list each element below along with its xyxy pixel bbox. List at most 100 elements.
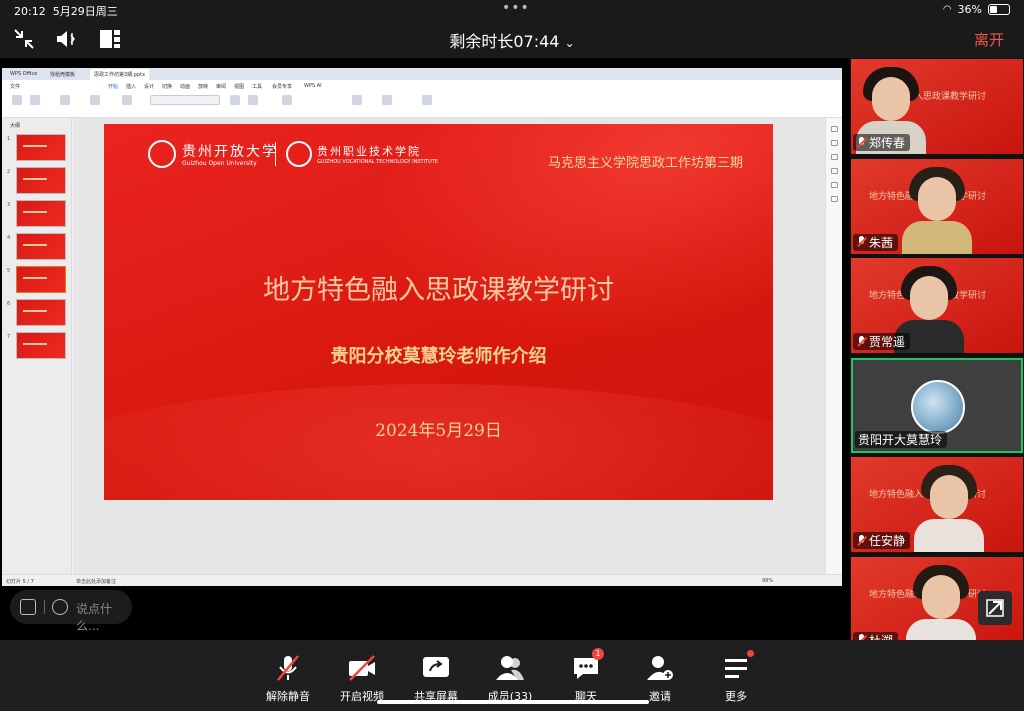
chat-button[interactable]: 1 聊天 bbox=[550, 648, 622, 704]
thumbnail-title-line bbox=[23, 277, 47, 279]
more-button[interactable]: 更多 bbox=[700, 650, 772, 704]
wps-tab-home[interactable]: WPS Office bbox=[6, 69, 41, 80]
slide-thumbnail[interactable] bbox=[16, 167, 66, 194]
leave-button[interactable]: 离开 bbox=[974, 29, 1004, 50]
participant-video-face bbox=[872, 77, 910, 121]
bold-icon[interactable] bbox=[230, 95, 240, 105]
section-icon[interactable] bbox=[122, 95, 132, 105]
menu-insert[interactable]: 插入 bbox=[126, 83, 136, 90]
menu-slideshow[interactable]: 放映 bbox=[198, 83, 208, 90]
wps-ribbon bbox=[2, 92, 842, 118]
chat-input[interactable]: 说点什么... bbox=[10, 590, 132, 633]
participant-tile[interactable]: 贵阳开大莫慧玲 bbox=[851, 357, 1023, 453]
logo-divider bbox=[275, 142, 276, 166]
more-notification-dot bbox=[747, 650, 754, 657]
participant-video-face bbox=[922, 574, 960, 619]
settings-icon[interactable] bbox=[831, 196, 838, 202]
battery-percent: 36% bbox=[957, 3, 982, 16]
comment-icon[interactable] bbox=[831, 182, 838, 188]
thumbnail-title-line bbox=[23, 244, 47, 246]
wps-tab-templates[interactable]: 找稻壳模板 bbox=[46, 69, 79, 80]
new-slide-icon[interactable] bbox=[60, 95, 70, 105]
zoom-level[interactable]: 99% bbox=[762, 578, 773, 584]
arrange-icon[interactable] bbox=[382, 95, 392, 105]
participant-tile[interactable]: 地方特色融入思政课教学研讨贾常遥 bbox=[851, 258, 1023, 353]
open-university-logo bbox=[148, 140, 176, 168]
menu-transition[interactable]: 切换 bbox=[162, 83, 172, 90]
home-indicator[interactable] bbox=[377, 700, 649, 704]
invite-button[interactable]: 邀请 bbox=[624, 654, 696, 704]
layout-option-icon[interactable] bbox=[90, 95, 100, 105]
menu-home[interactable]: 开始 bbox=[108, 83, 118, 90]
caption-icon[interactable] bbox=[20, 599, 36, 615]
expand-icon[interactable] bbox=[978, 591, 1012, 625]
cut-icon[interactable] bbox=[30, 95, 40, 105]
start-video-button[interactable]: 开启视频 bbox=[326, 654, 398, 704]
unmute-label: 解除静音 bbox=[266, 690, 310, 703]
menu-design[interactable]: 设计 bbox=[144, 83, 154, 90]
participant-panel: 地方特色融入思政课教学研讨郑传春地方特色融入思政课教学研讨朱茜地方特色融入思政课… bbox=[850, 58, 1024, 652]
invite-icon bbox=[645, 654, 675, 682]
mic-muted-icon bbox=[856, 236, 867, 248]
notes-hint[interactable]: 单击此处添加备注 bbox=[76, 578, 116, 585]
mic-muted-icon bbox=[856, 136, 867, 149]
shape-icon[interactable] bbox=[352, 95, 362, 105]
italic-icon[interactable] bbox=[248, 95, 258, 105]
slide-thumbnail[interactable] bbox=[16, 134, 66, 161]
menu-wps-ai[interactable]: WPS AI bbox=[304, 83, 322, 89]
slide-thumbnail[interactable] bbox=[16, 332, 66, 359]
animation-pane-icon[interactable] bbox=[831, 154, 838, 160]
find-icon[interactable] bbox=[422, 95, 432, 105]
menu-file[interactable]: 文件 bbox=[10, 83, 20, 90]
transition-pane-icon[interactable] bbox=[831, 168, 838, 174]
remaining-time[interactable]: 剩余时长07:44 ⌄ bbox=[0, 28, 1024, 52]
slide-date: 2024年5月29日 bbox=[375, 421, 502, 441]
menu-member[interactable]: 会员专享 bbox=[272, 83, 292, 90]
thumbnail-number: 2 bbox=[7, 169, 11, 175]
menu-view[interactable]: 视图 bbox=[234, 83, 244, 90]
align-icon[interactable] bbox=[282, 95, 292, 105]
slide-thumbnail[interactable] bbox=[16, 299, 66, 326]
participant-name: 郑传春 bbox=[869, 136, 906, 150]
org2-name: 贵州职业技术学院 bbox=[317, 145, 421, 158]
participant-avatar bbox=[911, 379, 965, 434]
thumbnail-number: 3 bbox=[7, 202, 11, 208]
multitask-dots[interactable]: ••• bbox=[502, 0, 530, 16]
paste-icon[interactable] bbox=[12, 95, 22, 105]
thumbnail-title-line bbox=[23, 211, 47, 213]
slide-thumbnail[interactable] bbox=[16, 233, 66, 260]
font-select[interactable] bbox=[150, 95, 220, 105]
participant-name-bar: 朱茜 bbox=[853, 233, 899, 251]
slide-index: 幻灯片 5 / 7 bbox=[6, 579, 34, 585]
emoji-icon[interactable] bbox=[52, 599, 68, 615]
chat-icon: 1 bbox=[571, 648, 604, 682]
meeting-top-bar: 剩余时长07:44 ⌄ 离开 bbox=[0, 20, 1024, 58]
menu-animation[interactable]: 动画 bbox=[180, 83, 190, 90]
chat-badge: 1 bbox=[592, 648, 604, 660]
menu-review[interactable]: 审阅 bbox=[216, 83, 226, 90]
slide-thumbnail[interactable] bbox=[16, 200, 66, 227]
thumbnail-number: 6 bbox=[7, 301, 11, 307]
participant-tile[interactable]: 地方特色融入思政课教学研讨朱茜 bbox=[851, 158, 1023, 254]
battery-icon bbox=[988, 4, 1010, 15]
property-icon[interactable] bbox=[831, 126, 838, 132]
slide-thumbnail-panel: 大纲 1 2 3 4 5 6 7 bbox=[2, 118, 72, 574]
members-icon bbox=[495, 654, 525, 682]
thumbnail-number: 4 bbox=[7, 235, 11, 241]
mic-muted-icon bbox=[273, 654, 303, 682]
slide-canvas[interactable]: 贵州开放大学 Guizhou Open University 贵州职业技术学院 … bbox=[73, 118, 825, 574]
outline-tab[interactable]: 大纲 bbox=[10, 122, 20, 129]
participant-tile[interactable]: 地方特色融入思政课教学研讨 郑传春 bbox=[851, 59, 1023, 154]
participant-tile[interactable]: 地方特色融入思政课教学研讨任安静 bbox=[851, 457, 1023, 552]
slide-series: 马克思主义学院思政工作坊第三期 bbox=[547, 156, 743, 171]
members-button[interactable]: 成员(33) bbox=[474, 654, 546, 704]
unmute-button[interactable]: 解除静音 bbox=[252, 654, 324, 704]
menu-tools[interactable]: 工具 bbox=[252, 83, 262, 90]
camera-off-icon bbox=[347, 654, 377, 682]
slide-thumbnail[interactable] bbox=[16, 266, 66, 293]
wps-tab-document[interactable]: 思政工作坊第3期.pptx bbox=[90, 69, 150, 80]
participant-name: 贾常遥 bbox=[869, 335, 906, 349]
more-label: 更多 bbox=[725, 690, 747, 703]
share-screen-button[interactable]: 共享屏幕 bbox=[400, 654, 472, 704]
style-icon[interactable] bbox=[831, 140, 838, 146]
